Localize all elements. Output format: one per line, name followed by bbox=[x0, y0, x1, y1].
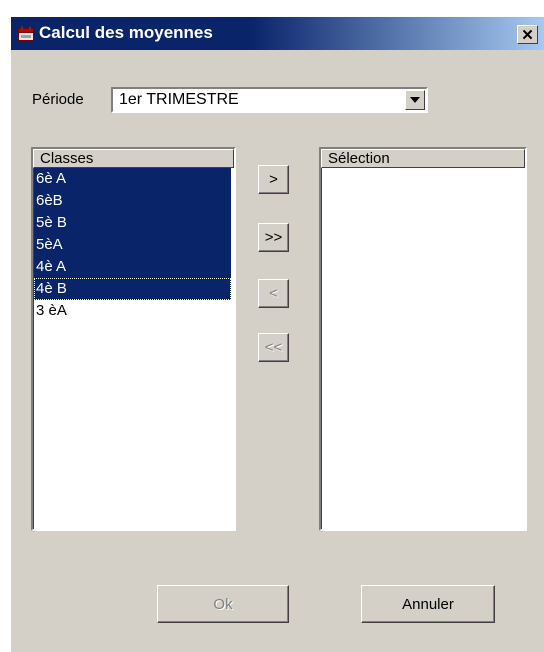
list-item[interactable]: 6èB bbox=[34, 190, 231, 212]
selection-header[interactable]: Sélection bbox=[321, 149, 525, 168]
list-item[interactable]: 4è B bbox=[34, 278, 231, 300]
periode-value: 1er TRIMESTRE bbox=[119, 91, 239, 108]
classes-list[interactable]: Classes 6è A 6èB 5è B 5èA 4è A 4è B3 èA bbox=[31, 147, 236, 531]
cancel-button[interactable]: Annuler bbox=[361, 585, 495, 623]
calendar-icon bbox=[18, 26, 34, 41]
dialog-window: Calcul des moyennes ✕ Période 1er TRIMES… bbox=[10, 16, 544, 652]
list-item[interactable]: 3 èA bbox=[34, 300, 231, 322]
periode-label: Période bbox=[32, 91, 84, 108]
add-all-button[interactable]: >> bbox=[258, 223, 289, 252]
add-one-button[interactable]: > bbox=[258, 165, 289, 194]
close-icon: ✕ bbox=[521, 26, 534, 44]
title-bar[interactable]: Calcul des moyennes ✕ bbox=[11, 17, 544, 50]
list-item[interactable]: 5èA bbox=[34, 234, 231, 256]
close-button[interactable]: ✕ bbox=[517, 25, 538, 44]
remove-all-button[interactable]: << bbox=[258, 333, 289, 362]
window-title: Calcul des moyennes bbox=[39, 23, 213, 42]
ok-button[interactable]: Ok bbox=[157, 585, 289, 623]
list-item[interactable]: 6è A bbox=[34, 168, 231, 190]
remove-one-button[interactable]: < bbox=[258, 279, 289, 308]
selection-list[interactable]: Sélection bbox=[319, 147, 527, 531]
chevron-down-icon bbox=[410, 97, 420, 103]
list-item[interactable]: 4è A bbox=[34, 256, 231, 278]
list-item[interactable]: 5è B bbox=[34, 212, 231, 234]
dropdown-button[interactable] bbox=[405, 90, 425, 110]
periode-select[interactable]: 1er TRIMESTRE bbox=[111, 87, 428, 113]
classes-header[interactable]: Classes bbox=[33, 149, 234, 168]
